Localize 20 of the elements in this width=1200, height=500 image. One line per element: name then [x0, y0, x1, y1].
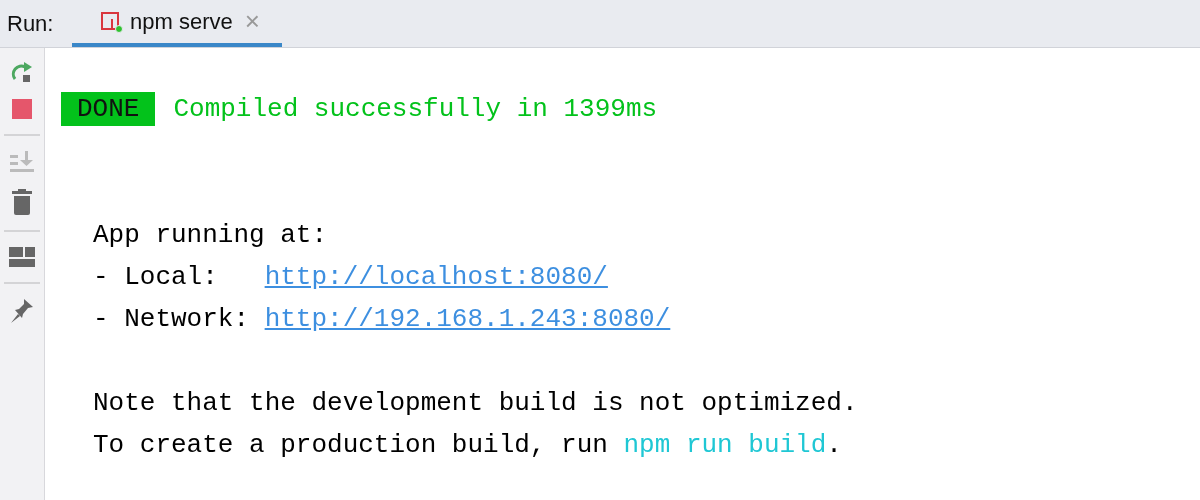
- status-message: Compiled successfully in 1399ms: [173, 94, 658, 124]
- console-tab[interactable]: npm serve ×: [72, 0, 282, 47]
- rerun-button[interactable]: [11, 62, 33, 84]
- console-text: - Local:: [93, 262, 219, 292]
- npm-icon: [100, 10, 124, 33]
- stop-button[interactable]: [11, 98, 33, 120]
- console-text: App running at:: [93, 220, 328, 250]
- console-text: Note that the development build is not optimized.: [93, 388, 858, 418]
- console-text: .: [826, 430, 842, 460]
- url-link[interactable]: http://localhost:8080/: [264, 262, 608, 292]
- command-text: npm run build: [623, 430, 827, 460]
- url-link[interactable]: http://192.168.1.243:8080/: [264, 304, 671, 334]
- close-icon[interactable]: ×: [244, 6, 260, 37]
- console-text: To create a production build, run: [93, 430, 608, 460]
- pin-button[interactable]: [10, 298, 34, 324]
- status-badge: DONE: [61, 92, 156, 126]
- run-label: Run:: [6, 9, 55, 38]
- delete-button[interactable]: [11, 188, 33, 216]
- console-text: - Network:: [93, 304, 251, 334]
- layout-button[interactable]: [9, 246, 35, 268]
